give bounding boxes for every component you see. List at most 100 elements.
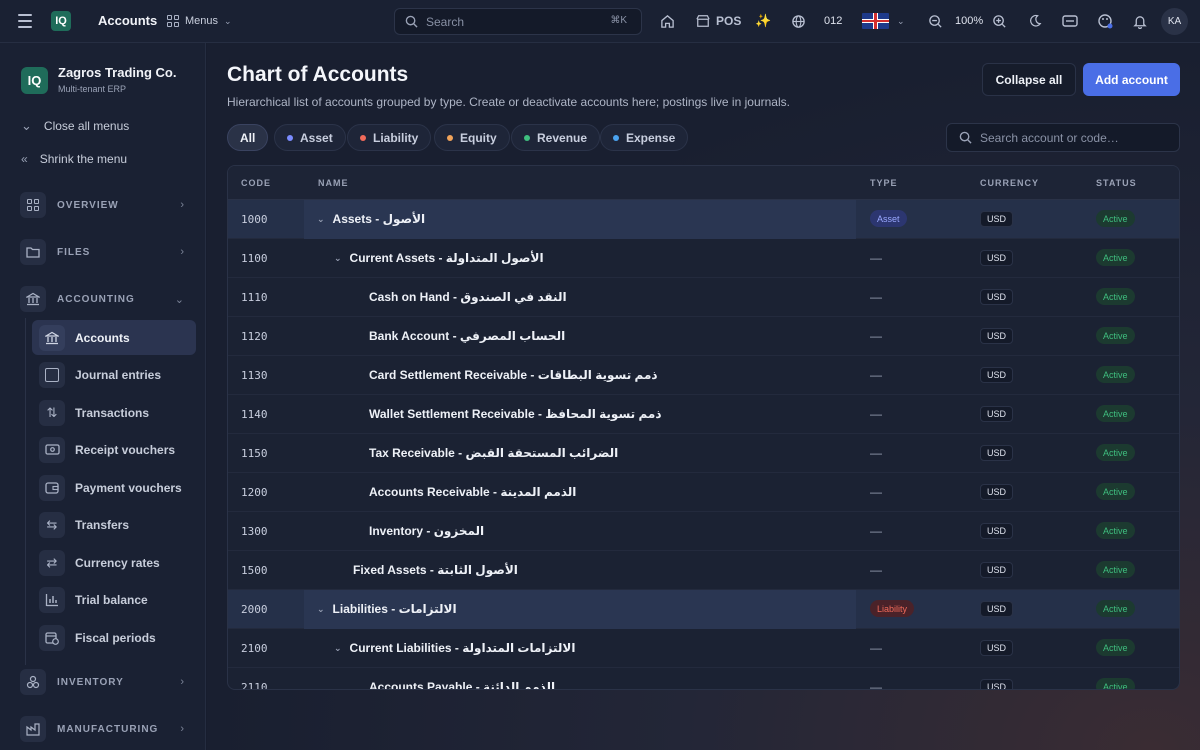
column-header-name[interactable]: NAME — [318, 178, 349, 188]
sidebar-item-payment-vouchers[interactable]: Payment vouchers — [32, 470, 196, 505]
column-header-status[interactable]: STATUS — [1096, 178, 1137, 188]
page-title: Chart of Accounts — [227, 63, 409, 86]
table-row[interactable]: 2000 ⌄ Liabilities - الالتزامات Liability… — [228, 590, 1179, 629]
collapse-all-button[interactable]: Collapse all — [982, 63, 1076, 96]
bank-icon — [39, 324, 65, 351]
table-row[interactable]: 2100 ⌄ Current Liabilities - الالتزامات ا… — [228, 629, 1179, 668]
language-selector[interactable]: ⌄ — [862, 11, 905, 31]
account-code: 2110 — [241, 681, 268, 690]
table-row[interactable]: 1140 Wallet Settlement Receivable - ذمم … — [228, 395, 1179, 434]
filter-chip-asset[interactable]: Asset — [274, 124, 346, 151]
hamburger-menu-icon[interactable] — [18, 14, 32, 28]
pos-button[interactable]: POS — [696, 11, 741, 31]
dashboard-icon — [20, 192, 46, 218]
exchange-icon: ⇄ — [39, 549, 65, 576]
chevron-down-icon[interactable]: ⌄ — [317, 604, 325, 615]
revenue-dot — [524, 134, 530, 141]
filter-chip-equity[interactable]: Equity — [434, 124, 510, 151]
sidebar-item-fiscal-periods[interactable]: Fiscal periods — [32, 620, 196, 655]
table-row[interactable]: 2110 Accounts Payable - الذمم الدائنة — … — [228, 668, 1179, 690]
sidebar-item-label: Transfers — [75, 517, 130, 532]
sidebar-item-trial-balance[interactable]: Trial balance — [32, 582, 196, 617]
sidebar-item-receipt-vouchers[interactable]: Receipt vouchers — [32, 432, 196, 467]
expense-dot — [613, 134, 619, 141]
column-header-code[interactable]: CODE — [241, 178, 271, 188]
account-code: 1300 — [241, 525, 268, 538]
table-row[interactable]: 1300 Inventory - المخزون — USD Active — [228, 512, 1179, 551]
account-code: 1200 — [241, 486, 268, 499]
chevron-right-icon: › — [180, 723, 184, 735]
account-name: Inventory - المخزون — [369, 524, 485, 538]
palette-icon[interactable] — [1097, 11, 1113, 31]
account-code: 1500 — [241, 564, 268, 577]
type-value: — — [870, 485, 882, 499]
home-icon[interactable] — [660, 11, 675, 31]
sidebar-item-transfers[interactable]: ⇆ Transfers — [32, 507, 196, 542]
account-name: Card Settlement Receivable - ذمم تسوية ا… — [369, 368, 658, 382]
sidebar-item-currency-rates[interactable]: ⇄ Currency rates — [32, 545, 196, 580]
cash-register-icon[interactable] — [1062, 11, 1078, 31]
global-search-input[interactable]: Search ⌘K — [394, 8, 642, 35]
filter-chip-label: Expense — [626, 130, 676, 145]
globe-icon[interactable] — [791, 11, 806, 31]
add-account-button[interactable]: Add account — [1083, 63, 1180, 96]
filter-chip-revenue[interactable]: Revenue — [511, 124, 601, 151]
shrink-menu-button[interactable]: « Shrink the menu — [21, 152, 127, 166]
type-value: — — [870, 563, 882, 577]
table-row[interactable]: 1200 Accounts Receivable - الذمم المدينة… — [228, 473, 1179, 512]
table-row[interactable]: 1120 Bank Account - الحساب المصرفي — USD… — [228, 317, 1179, 356]
sidebar-section-overview[interactable]: OVERVIEW › — [20, 191, 196, 219]
double-chevron-icon: ⌄ — [21, 118, 32, 133]
filter-chip-expense[interactable]: Expense — [600, 124, 689, 151]
table-row[interactable]: 1110 Cash on Hand - النقد في الصندوق — U… — [228, 278, 1179, 317]
filter-chip-label: All — [240, 130, 256, 145]
menus-button[interactable]: Menus ⌄ — [167, 11, 232, 31]
sidebar-section-accounting[interactable]: ACCOUNTING ⌄ — [20, 285, 196, 313]
currency-badge: USD — [980, 406, 1014, 422]
account-code: 1000 — [241, 213, 268, 226]
chevron-down-icon[interactable]: ⌄ — [334, 253, 342, 264]
table-header: CODE NAME TYPE CURRENCY STATUS — [228, 166, 1179, 200]
column-header-type[interactable]: TYPE — [870, 178, 898, 188]
bell-icon[interactable] — [1133, 11, 1147, 31]
sidebar-item-accounts[interactable]: Accounts — [32, 320, 196, 355]
sidebar-section-files[interactable]: FILES › — [20, 238, 196, 266]
sidebar-item-label: Accounts — [75, 330, 130, 345]
liability-dot — [360, 134, 366, 141]
account-search-input[interactable]: Search account or code… — [946, 123, 1180, 152]
zoom-in-icon[interactable] — [992, 11, 1007, 31]
account-name: Bank Account - الحساب المصرفي — [369, 329, 566, 343]
account-search-placeholder: Search account or code… — [980, 130, 1119, 145]
status-badge: Active — [1096, 210, 1135, 227]
filter-chip-label: Equity — [460, 130, 497, 145]
sidebar-item-label: Fiscal periods — [75, 630, 156, 645]
factory-icon — [20, 716, 46, 742]
column-header-currency[interactable]: CURRENCY — [980, 178, 1039, 188]
table-row[interactable]: 1100 ⌄ Current Assets - الأصول المتداولة … — [228, 239, 1179, 278]
filter-chip-liability[interactable]: Liability — [347, 124, 432, 151]
table-row[interactable]: 1500 Fixed Assets - الأصول الثابتة — USD… — [228, 551, 1179, 590]
theme-toggle-icon[interactable] — [1028, 11, 1042, 31]
app-title: Accounts — [98, 13, 158, 28]
sparkle-icon[interactable]: ✨ — [755, 11, 771, 31]
chevron-down-icon[interactable]: ⌄ — [317, 214, 325, 225]
sidebar-item-journal-entries[interactable]: Journal entries — [32, 357, 196, 392]
filter-chip-label: Liability — [373, 130, 419, 145]
sidebar-item-transactions[interactable]: ⇅ Transactions — [32, 395, 196, 430]
status-badge: Active — [1096, 288, 1135, 305]
zoom-out-icon[interactable] — [928, 11, 943, 31]
table-row[interactable]: 1000 ⌄ Assets - الأصول Asset USD Active — [228, 200, 1179, 239]
chevron-down-icon[interactable]: ⌄ — [334, 643, 342, 654]
branch-code[interactable]: 012 — [824, 11, 842, 31]
close-all-menus-button[interactable]: ⌄ Close all menus — [21, 118, 129, 134]
sidebar-section-manufacturing[interactable]: MANUFACTURING › — [20, 715, 196, 743]
avatar[interactable]: KA — [1161, 8, 1188, 35]
filter-chip-all[interactable]: All — [227, 124, 269, 151]
sidebar-section-inventory[interactable]: INVENTORY › — [20, 668, 196, 696]
table-row[interactable]: 1150 Tax Receivable - الضرائب المستحقة ا… — [228, 434, 1179, 473]
status-badge: Active — [1096, 366, 1135, 383]
table-row[interactable]: 1130 Card Settlement Receivable - ذمم تس… — [228, 356, 1179, 395]
currency-badge: USD — [980, 562, 1014, 578]
accounts-table: CODE NAME TYPE CURRENCY STATUS 1000 ⌄ Ass… — [227, 165, 1180, 690]
asset-dot — [287, 134, 293, 141]
